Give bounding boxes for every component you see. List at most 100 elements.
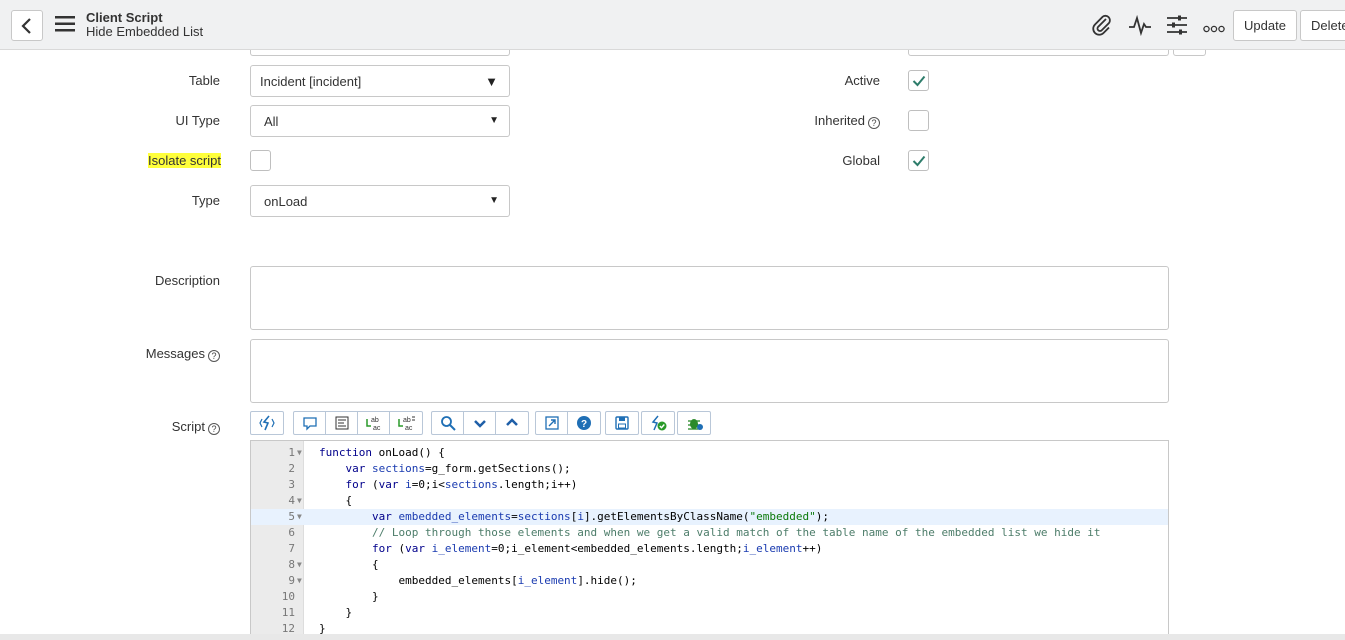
svg-text:?: ? xyxy=(581,419,587,430)
inherited-checkbox[interactable] xyxy=(908,110,929,131)
fold-icon[interactable]: ▼ xyxy=(297,445,302,461)
back-button[interactable] xyxy=(11,10,43,41)
help-icon[interactable]: ? xyxy=(208,350,220,362)
toggle-syntax-editor-button[interactable] xyxy=(251,412,283,434)
script-check-button[interactable] xyxy=(642,412,674,434)
fold-icon[interactable]: ▼ xyxy=(297,573,302,589)
line-number: 7 xyxy=(288,542,295,555)
script-label: Script xyxy=(171,419,205,434)
code-text: embedded_elements[i_element].hide(); xyxy=(398,574,637,587)
code-line[interactable]: 2 var sections=g_form.getSections(); xyxy=(251,461,1168,477)
code-line[interactable]: 6 // Loop through those elements and whe… xyxy=(251,525,1168,541)
line-number: 11 xyxy=(281,606,295,619)
table-label: Table xyxy=(188,73,220,88)
caret-down-icon: ▼ xyxy=(489,195,499,206)
code-line[interactable]: 1 ▼ function onLoad() { xyxy=(251,445,1168,461)
code-line[interactable]: 8 ▼ { xyxy=(251,557,1168,573)
toolbar-group: ab ac ab ac xyxy=(293,411,423,435)
line-number: 2 xyxy=(288,462,295,475)
line-number: 6 xyxy=(288,526,295,539)
more-options-icon[interactable] xyxy=(1203,21,1225,36)
search-prev-icon xyxy=(506,418,518,426)
script-check-icon xyxy=(651,415,667,431)
ui-type-select[interactable]: All ▼ xyxy=(250,105,510,137)
save-button[interactable] xyxy=(606,412,638,434)
search-previous-button[interactable] xyxy=(496,412,528,434)
help-button[interactable]: ? xyxy=(568,412,600,434)
isolate-script-label-wrap: Isolate script xyxy=(120,153,221,168)
search-icon xyxy=(441,416,456,431)
script-label-wrap: Script? xyxy=(120,419,220,435)
search-next-button[interactable] xyxy=(464,412,496,434)
help-icon[interactable]: ? xyxy=(868,117,880,129)
description-textarea[interactable] xyxy=(250,266,1169,330)
messages-label: Messages xyxy=(145,346,205,361)
toolbar-group xyxy=(641,411,675,435)
format-code-button[interactable] xyxy=(326,412,358,434)
code-line[interactable]: 9 ▼ embedded_elements[i_element].hide(); xyxy=(251,573,1168,589)
comment-button[interactable] xyxy=(294,412,326,434)
code-line[interactable]: 11 } xyxy=(251,605,1168,621)
search-next-icon xyxy=(474,420,486,428)
svg-text:ab: ab xyxy=(371,417,379,424)
code-line[interactable]: 4 ▼ { xyxy=(251,493,1168,509)
toolbar-group xyxy=(431,411,529,435)
type-select[interactable]: onLoad ▼ xyxy=(250,185,510,217)
form-header: Client Script Hide Embedded List Update … xyxy=(0,0,1345,50)
fold-icon[interactable]: ▼ xyxy=(297,493,302,509)
personalize-form-icon[interactable] xyxy=(1166,14,1188,39)
code-text: var embedded_elements=sections[i].getEle… xyxy=(371,510,829,523)
help-icon: ? xyxy=(577,416,591,430)
code-line[interactable]: 3 for (var i=0;i<sections.length;i++) xyxy=(251,477,1168,493)
search-button[interactable] xyxy=(432,412,464,434)
script-editor[interactable]: 1 ▼ function onLoad() {2 var sections=g_fo… xyxy=(250,440,1169,640)
scrolled-field-edge xyxy=(908,50,1169,56)
messages-textarea[interactable] xyxy=(250,339,1169,403)
code-text: function onLoad() { xyxy=(319,446,445,459)
code-text: for (var i=0;i<sections.length;i++) xyxy=(345,478,578,491)
code-text: // Loop through those elements and when … xyxy=(371,526,1101,539)
replace-all-icon: ab ac xyxy=(398,416,415,431)
toolbar-group xyxy=(605,411,639,435)
replace-all-button[interactable]: ab ac xyxy=(390,412,422,434)
scrolled-field-edge xyxy=(250,50,510,56)
active-checkbox[interactable] xyxy=(908,70,929,91)
line-number: 10 xyxy=(281,590,295,603)
svg-text:ac: ac xyxy=(373,425,381,431)
fold-icon[interactable]: ▼ xyxy=(297,557,302,573)
format-code-icon xyxy=(335,416,349,430)
activity-icon[interactable] xyxy=(1128,14,1152,39)
code-text: } xyxy=(371,590,379,603)
paperclip-icon[interactable] xyxy=(1091,14,1113,39)
record-title: Client Script Hide Embedded List xyxy=(86,11,203,39)
svg-text:ac: ac xyxy=(405,425,413,431)
svg-text:ab: ab xyxy=(403,417,411,424)
check-icon xyxy=(912,75,926,87)
update-button[interactable]: Update xyxy=(1233,10,1297,41)
fold-icon[interactable]: ▼ xyxy=(297,509,302,525)
code-line[interactable]: 5 ▼ var embedded_elements=sections[i].get… xyxy=(251,509,1168,525)
menu-icon[interactable] xyxy=(55,15,75,36)
toolbar-group xyxy=(250,411,284,435)
table-select[interactable]: Incident [incident] ▼ xyxy=(250,65,510,97)
delete-button[interactable]: Delete xyxy=(1300,10,1345,41)
code-line[interactable]: 7 for (var i_element=0;i_element<embedde… xyxy=(251,541,1168,557)
caret-down-icon: ▼ xyxy=(485,74,498,89)
ui-type-label: UI Type xyxy=(175,113,220,128)
code-text: } xyxy=(345,606,353,619)
replace-button[interactable]: ab ac xyxy=(358,412,390,434)
isolate-script-checkbox[interactable] xyxy=(250,150,271,171)
code-text: var sections=g_form.getSections(); xyxy=(345,462,571,475)
comment-icon xyxy=(303,417,317,431)
global-checkbox[interactable] xyxy=(908,150,929,171)
check-icon xyxy=(912,155,926,167)
type-value: onLoad xyxy=(264,194,308,209)
line-number: 8 xyxy=(288,558,295,571)
help-icon[interactable]: ? xyxy=(208,423,220,435)
fullscreen-button[interactable] xyxy=(536,412,568,434)
table-title: Client Script xyxy=(86,10,163,25)
code-line[interactable]: 10 } xyxy=(251,589,1168,605)
debug-button[interactable] xyxy=(678,412,710,434)
type-label: Type xyxy=(191,193,220,208)
line-number: 3 xyxy=(288,478,295,491)
